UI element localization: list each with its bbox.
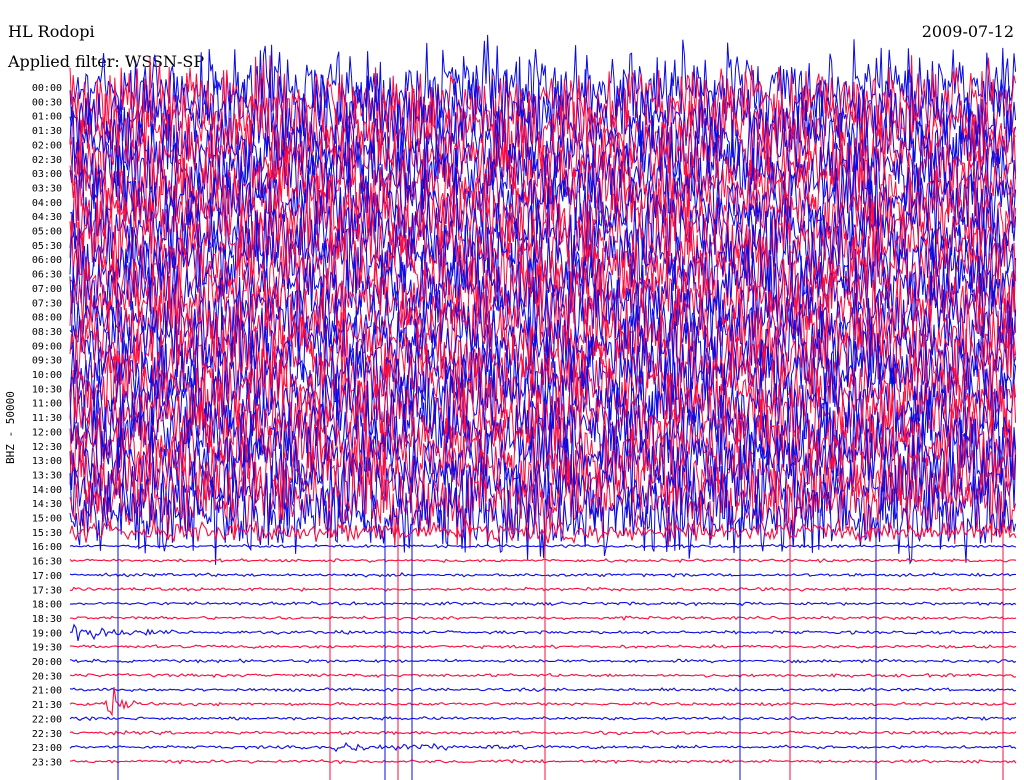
trace-line <box>69 558 1017 564</box>
trace-line <box>70 586 1017 592</box>
trace-line <box>69 615 1017 621</box>
y-tick-labels: 00:00 00:30 01:00 01:30 02:00 02:30 03:00 03:30… <box>32 83 62 768</box>
y-tick-label: 07:00 <box>32 284 62 295</box>
y-tick-label: 00:30 <box>32 97 62 108</box>
y-tick-label: 02:00 <box>32 140 62 151</box>
y-tick-label: 01:00 <box>32 112 62 123</box>
y-tick-label: 11:30 <box>32 413 62 424</box>
y-tick-label: 12:30 <box>32 442 62 453</box>
y-tick-label: 09:30 <box>32 356 62 367</box>
y-tick-label: 12:00 <box>32 427 62 438</box>
y-tick-label: 00:00 <box>32 83 62 94</box>
y-tick-label: 23:00 <box>32 743 62 754</box>
y-tick-label: 17:00 <box>32 571 62 582</box>
y-tick-label: 02:30 <box>32 155 62 166</box>
y-tick-label: 07:30 <box>32 298 62 309</box>
y-tick-label: 06:00 <box>32 255 62 266</box>
trace-line <box>69 623 1017 642</box>
y-tick-label: 16:00 <box>32 542 62 553</box>
trace-line <box>69 742 1017 753</box>
helicorder-plot: 00:00 00:30 01:00 01:30 02:00 02:30 03:00 03:30… <box>32 34 1017 780</box>
trace-line <box>69 658 1017 664</box>
y-tick-label: 04:00 <box>32 198 62 209</box>
trace-line <box>69 643 1017 650</box>
y-tick-label: 21:00 <box>32 686 62 697</box>
y-tick-label: 19:00 <box>32 628 62 639</box>
y-tick-label: 03:00 <box>32 169 62 180</box>
y-tick-label: 14:30 <box>32 499 62 510</box>
y-tick-label: 14:00 <box>32 485 62 496</box>
y-tick-label: 08:00 <box>32 313 62 324</box>
y-tick-label: 13:30 <box>32 470 62 481</box>
y-tick-label: 04:30 <box>32 212 62 223</box>
y-tick-label: 10:30 <box>32 384 62 395</box>
trace-line <box>69 687 1017 717</box>
y-tick-label: 10:00 <box>32 370 62 381</box>
trace-line <box>69 465 1017 565</box>
trace-line <box>69 572 1017 578</box>
y-tick-label: 19:30 <box>32 643 62 654</box>
trace-line <box>69 600 1017 607</box>
y-tick-label: 09:00 <box>32 341 62 352</box>
y-tick-label: 20:00 <box>32 657 62 668</box>
y-tick-label: 17:30 <box>32 585 62 596</box>
y-tick-label: 23:30 <box>32 757 62 768</box>
trace-line <box>69 758 1017 765</box>
y-tick-label: 13:00 <box>32 456 62 467</box>
trace-line <box>69 715 1017 722</box>
seismic-traces <box>69 34 1017 780</box>
y-tick-label: 21:30 <box>32 700 62 711</box>
y-tick-label: 22:30 <box>32 729 62 740</box>
y-tick-label: 03:30 <box>32 183 62 194</box>
y-tick-label: 11:00 <box>32 399 62 410</box>
y-tick-label: 08:30 <box>32 327 62 338</box>
trace-line <box>69 672 1017 679</box>
y-tick-label: 05:30 <box>32 241 62 252</box>
y-tick-label: 06:30 <box>32 270 62 281</box>
y-tick-label: 15:30 <box>32 528 62 539</box>
y-tick-label: 22:00 <box>32 714 62 725</box>
trace-line <box>69 729 1017 736</box>
y-tick-label: 18:30 <box>32 614 62 625</box>
y-tick-label: 16:30 <box>32 557 62 568</box>
y-tick-label: 18:00 <box>32 600 62 611</box>
y-tick-label: 20:30 <box>32 671 62 682</box>
y-tick-label: 05:00 <box>32 227 62 238</box>
y-tick-label: 01:30 <box>32 126 62 137</box>
y-tick-label: 15:00 <box>32 514 62 525</box>
trace-line <box>69 687 1017 693</box>
